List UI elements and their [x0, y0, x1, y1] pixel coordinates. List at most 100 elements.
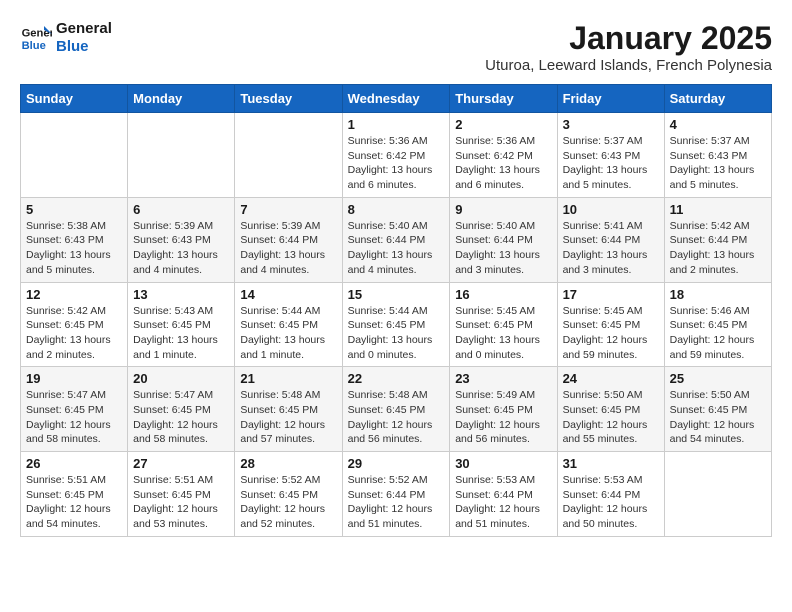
calendar-cell: 1 Sunrise: 5:36 AMSunset: 6:42 PMDaylight… [342, 113, 450, 198]
calendar-cell: 26 Sunrise: 5:51 AMSunset: 6:45 PMDayligh… [21, 452, 128, 537]
day-info: Sunrise: 5:38 AMSunset: 6:43 PMDaylight:… [26, 219, 122, 278]
day-info: Sunrise: 5:48 AMSunset: 6:45 PMDaylight:… [348, 388, 445, 447]
day-number: 4 [670, 117, 766, 132]
weekday-header: Tuesday [235, 85, 342, 113]
calendar-cell: 29 Sunrise: 5:52 AMSunset: 6:44 PMDayligh… [342, 452, 450, 537]
day-info: Sunrise: 5:52 AMSunset: 6:44 PMDaylight:… [348, 473, 445, 532]
calendar-table: SundayMondayTuesdayWednesdayThursdayFrid… [20, 84, 772, 537]
day-number: 24 [563, 371, 659, 386]
calendar-cell: 13 Sunrise: 5:43 AMSunset: 6:45 PMDayligh… [128, 282, 235, 367]
day-number: 20 [133, 371, 229, 386]
calendar-cell: 17 Sunrise: 5:45 AMSunset: 6:45 PMDayligh… [557, 282, 664, 367]
calendar-cell: 5 Sunrise: 5:38 AMSunset: 6:43 PMDaylight… [21, 197, 128, 282]
day-number: 27 [133, 456, 229, 471]
calendar-cell: 19 Sunrise: 5:47 AMSunset: 6:45 PMDayligh… [21, 367, 128, 452]
day-info: Sunrise: 5:46 AMSunset: 6:45 PMDaylight:… [670, 304, 766, 363]
day-number: 1 [348, 117, 445, 132]
day-number: 6 [133, 202, 229, 217]
calendar-cell: 8 Sunrise: 5:40 AMSunset: 6:44 PMDaylight… [342, 197, 450, 282]
calendar-cell: 16 Sunrise: 5:45 AMSunset: 6:45 PMDayligh… [450, 282, 557, 367]
location: Uturoa, Leeward Islands, French Polynesi… [485, 57, 772, 74]
svg-text:General: General [22, 27, 52, 39]
day-number: 5 [26, 202, 122, 217]
month-title: January 2025 [485, 20, 772, 57]
day-number: 9 [455, 202, 551, 217]
day-number: 10 [563, 202, 659, 217]
title-block: January 2025 Uturoa, Leeward Islands, Fr… [485, 20, 772, 74]
calendar-cell: 11Sunrise: 5:42 AMSunset: 6:44 PMDayligh… [664, 197, 771, 282]
day-info: Sunrise: 5:43 AMSunset: 6:45 PMDaylight:… [133, 304, 229, 363]
logo: General Blue General Blue [20, 20, 112, 56]
day-info: Sunrise: 5:41 AMSunset: 6:44 PMDaylight:… [563, 219, 659, 278]
calendar-cell: 18 Sunrise: 5:46 AMSunset: 6:45 PMDayligh… [664, 282, 771, 367]
day-number: 18 [670, 287, 766, 302]
day-info: Sunrise: 5:44 AMSunset: 6:45 PMDaylight:… [240, 304, 336, 363]
day-info: Sunrise: 5:37 AMSunset: 6:43 PMDaylight:… [670, 134, 766, 193]
logo-icon: General Blue [20, 22, 52, 54]
day-number: 16 [455, 287, 551, 302]
day-info: Sunrise: 5:51 AMSunset: 6:45 PMDaylight:… [26, 473, 122, 532]
day-info: Sunrise: 5:37 AMSunset: 6:43 PMDaylight:… [563, 134, 659, 193]
calendar-cell: 15Sunrise: 5:44 AMSunset: 6:45 PMDayligh… [342, 282, 450, 367]
calendar-week-row: 26 Sunrise: 5:51 AMSunset: 6:45 PMDayligh… [21, 452, 772, 537]
day-number: 11 [670, 202, 766, 217]
day-info: Sunrise: 5:47 AMSunset: 6:45 PMDaylight:… [26, 388, 122, 447]
calendar-cell [128, 113, 235, 198]
day-number: 13 [133, 287, 229, 302]
calendar-cell [235, 113, 342, 198]
calendar-week-row: 5 Sunrise: 5:38 AMSunset: 6:43 PMDaylight… [21, 197, 772, 282]
day-number: 22 [348, 371, 445, 386]
day-number: 30 [455, 456, 551, 471]
weekday-header: Sunday [21, 85, 128, 113]
logo-line1: General Blue [56, 20, 112, 56]
day-info: Sunrise: 5:45 AMSunset: 6:45 PMDaylight:… [563, 304, 659, 363]
day-number: 26 [26, 456, 122, 471]
calendar-cell: 3 Sunrise: 5:37 AMSunset: 6:43 PMDaylight… [557, 113, 664, 198]
day-number: 17 [563, 287, 659, 302]
day-number: 14 [240, 287, 336, 302]
day-info: Sunrise: 5:42 AMSunset: 6:45 PMDaylight:… [26, 304, 122, 363]
weekday-header: Friday [557, 85, 664, 113]
weekday-header: Thursday [450, 85, 557, 113]
day-info: Sunrise: 5:50 AMSunset: 6:45 PMDaylight:… [670, 388, 766, 447]
header: General Blue General Blue January 2025 U… [20, 20, 772, 74]
day-info: Sunrise: 5:53 AMSunset: 6:44 PMDaylight:… [455, 473, 551, 532]
calendar-cell: 23 Sunrise: 5:49 AMSunset: 6:45 PMDayligh… [450, 367, 557, 452]
day-info: Sunrise: 5:49 AMSunset: 6:45 PMDaylight:… [455, 388, 551, 447]
calendar-header-row: SundayMondayTuesdayWednesdayThursdayFrid… [21, 85, 772, 113]
calendar-cell: 7Sunrise: 5:39 AMSunset: 6:44 PMDaylight… [235, 197, 342, 282]
svg-text:Blue: Blue [22, 40, 46, 52]
day-info: Sunrise: 5:52 AMSunset: 6:45 PMDaylight:… [240, 473, 336, 532]
weekday-header: Wednesday [342, 85, 450, 113]
calendar-cell [21, 113, 128, 198]
day-info: Sunrise: 5:39 AMSunset: 6:44 PMDaylight:… [240, 219, 336, 278]
day-info: Sunrise: 5:36 AMSunset: 6:42 PMDaylight:… [348, 134, 445, 193]
day-info: Sunrise: 5:36 AMSunset: 6:42 PMDaylight:… [455, 134, 551, 193]
day-number: 19 [26, 371, 122, 386]
day-number: 23 [455, 371, 551, 386]
calendar-cell: 6 Sunrise: 5:39 AMSunset: 6:43 PMDaylight… [128, 197, 235, 282]
calendar-cell: 28Sunrise: 5:52 AMSunset: 6:45 PMDayligh… [235, 452, 342, 537]
day-number: 29 [348, 456, 445, 471]
day-info: Sunrise: 5:53 AMSunset: 6:44 PMDaylight:… [563, 473, 659, 532]
weekday-header: Monday [128, 85, 235, 113]
weekday-header: Saturday [664, 85, 771, 113]
day-number: 8 [348, 202, 445, 217]
day-info: Sunrise: 5:50 AMSunset: 6:45 PMDaylight:… [563, 388, 659, 447]
day-info: Sunrise: 5:39 AMSunset: 6:43 PMDaylight:… [133, 219, 229, 278]
calendar-cell: 30 Sunrise: 5:53 AMSunset: 6:44 PMDayligh… [450, 452, 557, 537]
day-info: Sunrise: 5:45 AMSunset: 6:45 PMDaylight:… [455, 304, 551, 363]
calendar-cell: 10 Sunrise: 5:41 AMSunset: 6:44 PMDayligh… [557, 197, 664, 282]
day-number: 3 [563, 117, 659, 132]
day-info: Sunrise: 5:51 AMSunset: 6:45 PMDaylight:… [133, 473, 229, 532]
page: General Blue General Blue January 2025 U… [0, 0, 792, 547]
calendar-cell: 31Sunrise: 5:53 AMSunset: 6:44 PMDayligh… [557, 452, 664, 537]
calendar-cell: 4 Sunrise: 5:37 AMSunset: 6:43 PMDaylight… [664, 113, 771, 198]
calendar-cell: 24 Sunrise: 5:50 AMSunset: 6:45 PMDayligh… [557, 367, 664, 452]
calendar-cell: 27 Sunrise: 5:51 AMSunset: 6:45 PMDayligh… [128, 452, 235, 537]
calendar-week-row: 12Sunrise: 5:42 AMSunset: 6:45 PMDayligh… [21, 282, 772, 367]
calendar-cell: 20Sunrise: 5:47 AMSunset: 6:45 PMDayligh… [128, 367, 235, 452]
day-number: 25 [670, 371, 766, 386]
day-info: Sunrise: 5:40 AMSunset: 6:44 PMDaylight:… [348, 219, 445, 278]
calendar-cell: 12Sunrise: 5:42 AMSunset: 6:45 PMDayligh… [21, 282, 128, 367]
